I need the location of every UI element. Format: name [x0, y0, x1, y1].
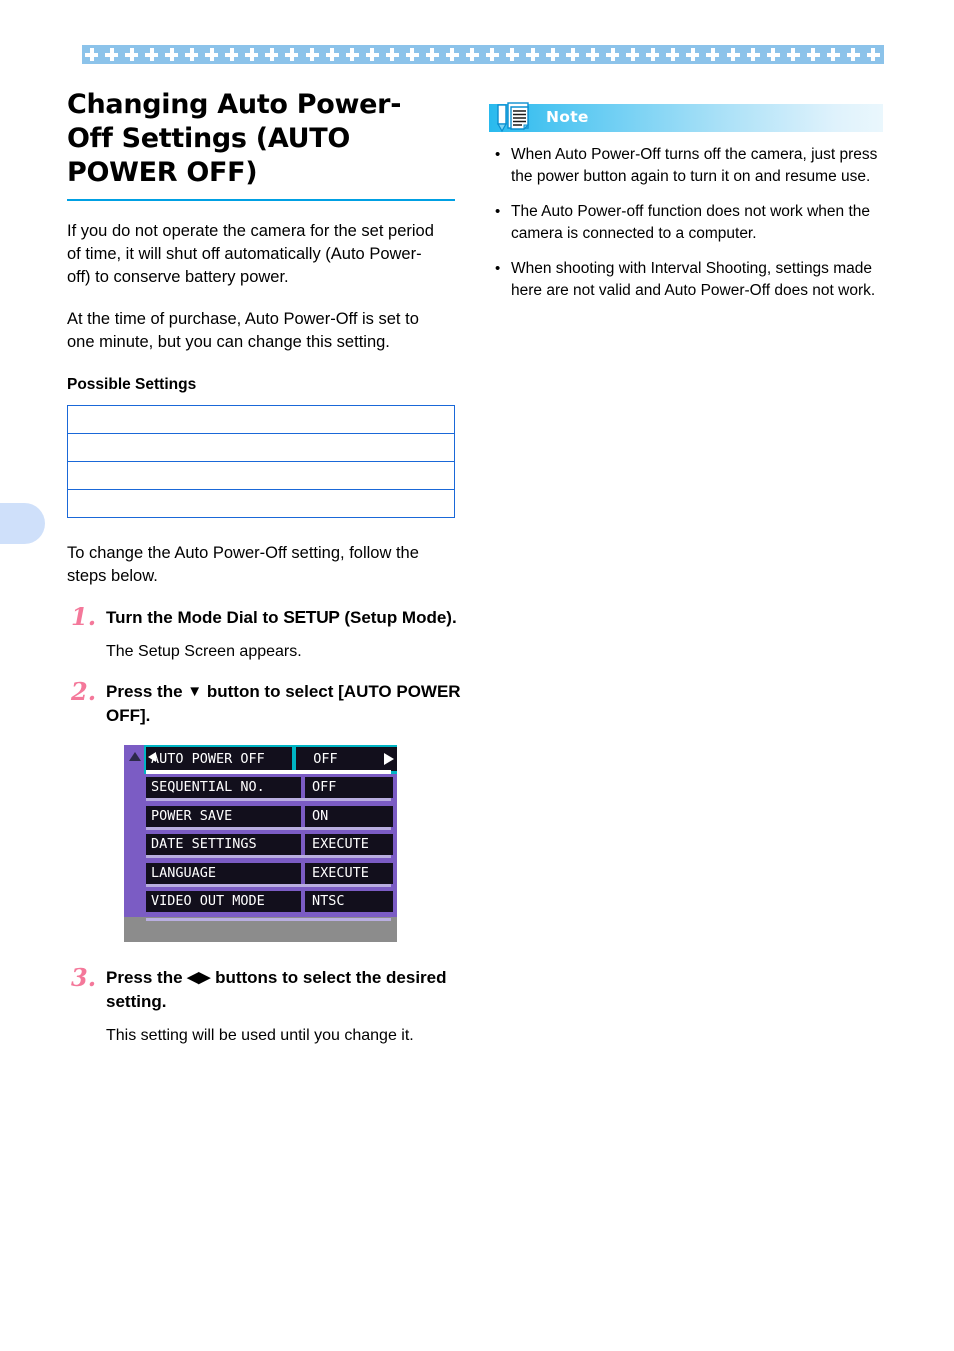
lcd-inner-panel: AUTO POWER OFF OFF SEQUENTIAL NO. OFF PO… — [124, 745, 397, 917]
page-title: Changing Auto Power-Off Settings (AUTO P… — [67, 89, 402, 188]
step-3-body: This setting will be used until you chan… — [106, 1027, 414, 1044]
note-item: The Auto Power-off function does not wor… — [489, 201, 881, 244]
note-pencil-document-icon — [495, 100, 541, 136]
lcd-row-date-settings[interactable]: DATE SETTINGS EXECUTE — [144, 830, 397, 859]
step-2-number: 2. — [71, 677, 97, 706]
lcd-menu-rows: AUTO POWER OFF OFF SEQUENTIAL NO. OFF PO… — [144, 745, 397, 916]
lcd-row-sequential-no[interactable]: SEQUENTIAL NO. OFF — [144, 773, 397, 802]
down-arrow-icon: ▼ — [187, 683, 203, 700]
lcd-right-arrow-icon[interactable] — [384, 753, 394, 765]
lcd-row-video-out-mode[interactable]: VIDEO OUT MODE NTSC — [144, 887, 397, 916]
lcd-value: OFF — [305, 777, 393, 799]
step-3-heading: Press the ◀▶ buttons to select the desir… — [106, 966, 496, 1014]
intro-paragraph-1: If you do not operate the camera for the… — [67, 222, 434, 286]
diamond-pattern-row — [82, 45, 884, 64]
lcd-value: NTSC — [305, 891, 393, 913]
lcd-row-power-save[interactable]: POWER SAVE ON — [144, 802, 397, 831]
table-cell — [67, 461, 455, 490]
note-item: When Auto Power-Off turns off the camera… — [489, 144, 881, 187]
possible-settings-table — [67, 405, 455, 518]
lcd-row-divider — [146, 798, 391, 801]
lcd-label: SEQUENTIAL NO. — [146, 777, 301, 799]
step-1-setup-emphasis: SETUP — [283, 607, 340, 627]
camera-lcd-screenshot: AUTO POWER OFF OFF SEQUENTIAL NO. OFF PO… — [124, 745, 397, 942]
lcd-scroll-up-icon — [129, 752, 141, 761]
decorative-header-band — [82, 45, 884, 64]
intro-paragraph-2: At the time of purchase, Auto Power-Off … — [67, 310, 419, 351]
lcd-label: POWER SAVE — [146, 805, 301, 827]
step-3-heading-part-1: Press the — [106, 968, 188, 987]
lcd-left-arrow-icon[interactable] — [148, 752, 156, 762]
lcd-bottom-bar — [146, 918, 391, 921]
step-1-heading-part-1: Turn the Mode Dial to — [106, 608, 284, 627]
table-cell — [67, 433, 455, 462]
step-2: 2. Press the ▼ button to select [AUTO PO… — [67, 677, 496, 728]
lcd-scroll-column — [124, 745, 144, 917]
table-row — [67, 433, 455, 462]
step-1-heading-part-2: (Setup Mode). — [339, 608, 457, 627]
lcd-bottom-strip — [124, 917, 397, 942]
lcd-row-divider — [146, 855, 391, 858]
step-3: 3. Press the ◀▶ buttons to select the de… — [67, 963, 496, 1047]
possible-settings-heading: Possible Settings — [67, 376, 197, 393]
step-2-heading-part-1: Press the — [106, 682, 188, 701]
lcd-label: LANGUAGE — [146, 862, 301, 884]
lcd-value: OFF — [296, 747, 397, 772]
steps-intro: To change the Auto Power-Off setting, fo… — [67, 544, 419, 585]
step-1-number: 1. — [71, 602, 97, 631]
step-1-body: The Setup Screen appears. — [106, 643, 302, 660]
left-right-arrows-icon: ◀▶ — [187, 969, 211, 986]
step-2-heading: Press the ▼ button to select [AUTO POWER… — [106, 680, 496, 728]
right-column: Note When Auto Power-Off turns off the c… — [489, 102, 883, 315]
lcd-row-divider — [146, 826, 391, 830]
lcd-row-auto-power-off[interactable]: AUTO POWER OFF OFF — [144, 745, 397, 774]
lcd-label: DATE SETTINGS — [146, 834, 301, 856]
table-row — [67, 461, 455, 490]
lcd-value: EXECUTE — [305, 862, 393, 884]
lcd-value: EXECUTE — [305, 834, 393, 856]
lcd-label: VIDEO OUT MODE — [146, 891, 301, 913]
note-title: Note — [546, 108, 589, 126]
page-edge-tab — [0, 503, 45, 544]
table-cell — [67, 405, 455, 434]
note-item: When shooting with Interval Shooting, se… — [489, 258, 881, 301]
table-cell — [67, 489, 455, 518]
step-3-number: 3. — [71, 963, 97, 992]
note-list: When Auto Power-Off turns off the camera… — [489, 144, 883, 301]
left-column: Changing Auto Power-Off Settings (AUTO P… — [67, 88, 461, 1047]
step-1: 1. Turn the Mode Dial to SETUP (Setup Mo… — [67, 602, 496, 663]
lcd-label: AUTO POWER OFF — [146, 747, 293, 772]
step-1-heading: Turn the Mode Dial to SETUP (Setup Mode)… — [106, 605, 496, 630]
table-row — [67, 405, 455, 434]
lcd-value: ON — [305, 805, 393, 827]
table-row — [67, 489, 455, 518]
lcd-row-divider — [146, 883, 391, 887]
note-header-bar: Note — [489, 102, 883, 133]
lcd-row-language[interactable]: LANGUAGE EXECUTE — [144, 859, 397, 888]
title-rule — [67, 199, 455, 201]
